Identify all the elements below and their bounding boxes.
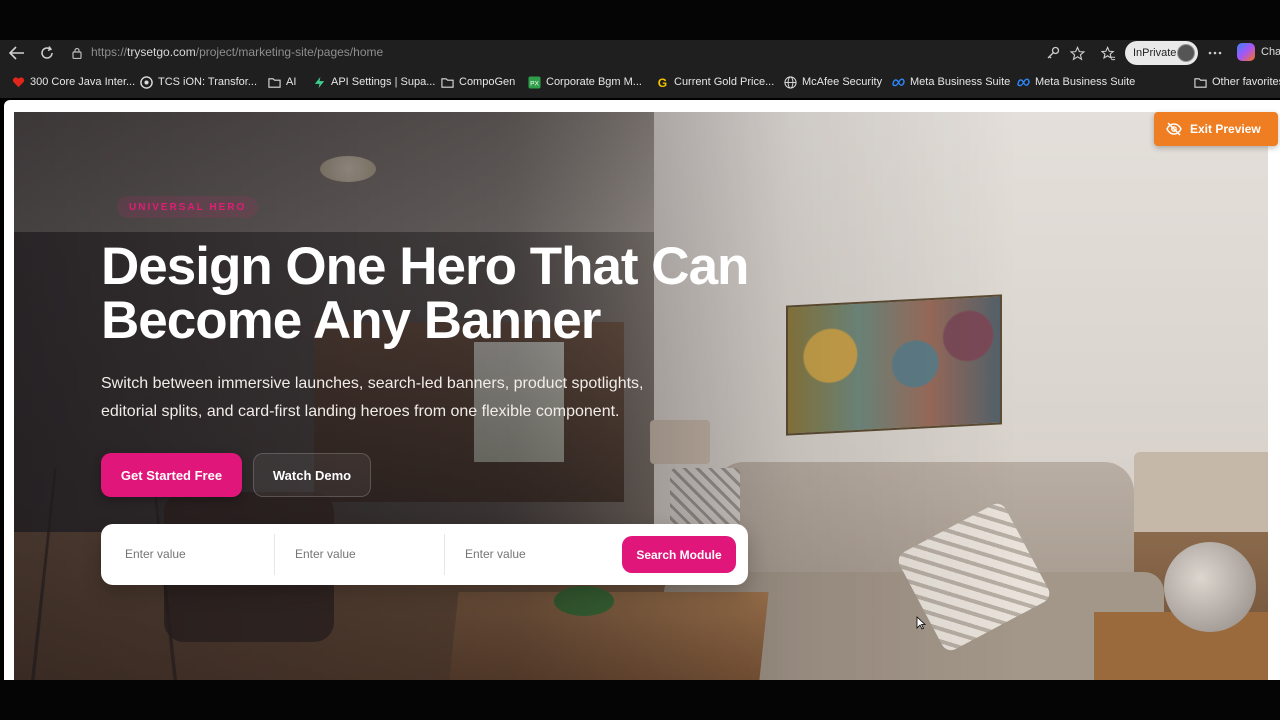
copilot-icon[interactable] [1237, 43, 1255, 61]
bookmark-item[interactable]: TCS iON: Transfor... [140, 71, 257, 93]
bookmark-item[interactable]: Other favorites [1194, 71, 1280, 93]
bookmark-label: API Settings | Supa... [331, 76, 436, 88]
bookmark-item[interactable]: G Current Gold Price... [656, 71, 774, 93]
search-divider [274, 534, 275, 575]
screen-bottom-border [0, 680, 1280, 720]
bookmark-label: Meta Business Suite [1035, 76, 1136, 88]
url-path: /project/marketing-site/pages/home [195, 45, 384, 59]
bookmark-item[interactable]: Meta Business Suite [892, 71, 1010, 93]
address-row: https://trysetgo.com/project/marketing-s… [0, 40, 1280, 66]
key-icon[interactable] [1044, 44, 1062, 62]
bookmark-item[interactable]: API Settings | Supa... [313, 71, 435, 93]
mouse-cursor-icon [916, 616, 926, 630]
supabase-icon [314, 76, 325, 88]
chat-label[interactable]: Cha [1261, 46, 1280, 58]
exit-preview-label: Exit Preview [1190, 122, 1261, 136]
folder-icon [268, 77, 281, 88]
svg-text:PX: PX [530, 80, 539, 87]
star-icon[interactable] [1068, 44, 1086, 62]
bookmark-item[interactable]: Meta Business Suite [1017, 71, 1135, 93]
back-icon[interactable] [7, 44, 27, 62]
refresh-icon[interactable] [37, 44, 57, 62]
url-host: trysetgo.com [127, 45, 196, 59]
exit-preview-button[interactable]: Exit Preview [1154, 112, 1278, 146]
watch-demo-button[interactable]: Watch Demo [253, 453, 371, 497]
url-prefix: https:// [91, 45, 128, 59]
bookmark-label: CompoGen [459, 76, 516, 88]
hero-section: UNIVERSAL HERO Design One Hero That Can … [14, 112, 1268, 680]
bookmark-item[interactable]: PX Corporate Bgm M... [528, 71, 642, 93]
bookmark-label: TCS iON: Transfor... [158, 76, 258, 88]
address-bar[interactable]: https://trysetgo.com/project/marketing-s… [64, 41, 1120, 65]
meta-icon [1017, 78, 1030, 86]
favorites-icon[interactable] [1099, 44, 1117, 62]
hero-content: UNIVERSAL HERO Design One Hero That Can … [101, 112, 801, 680]
bookmark-label: Current Gold Price... [674, 76, 775, 88]
svg-text:G: G [658, 76, 667, 89]
eye-off-icon [1166, 122, 1182, 136]
tcs-icon [140, 75, 153, 89]
browser-chrome: https://trysetgo.com/project/marketing-s… [0, 40, 1280, 98]
hero-eyebrow: UNIVERSAL HERO [117, 196, 259, 218]
search-module-button[interactable]: Search Module [622, 536, 736, 573]
hero-title-line: Design One Hero That Can [101, 237, 749, 296]
bookmark-label: Meta Business Suite [910, 76, 1011, 88]
globe-icon [784, 75, 797, 89]
screen-top-border [0, 0, 1280, 40]
bookmark-item[interactable]: 300 Core Java Inter... [12, 71, 135, 93]
px-icon: PX [528, 75, 541, 89]
bookmark-label: McAfee Security [802, 76, 883, 88]
get-started-button[interactable]: Get Started Free [101, 453, 242, 497]
hero-subtitle-line: editorial splits, and card-first landing… [101, 403, 620, 420]
bookmark-label: Corporate Bgm M... [546, 76, 642, 88]
folder-icon [1194, 77, 1207, 88]
bookmark-label: AI [286, 76, 297, 88]
hero-subtitle: Switch between immersive launches, searc… [101, 370, 721, 426]
meta-icon [892, 78, 905, 86]
inprivate-badge[interactable]: InPrivate [1125, 41, 1198, 65]
hero-title: Design One Hero That Can Become Any Bann… [101, 240, 781, 348]
heart-icon [12, 76, 25, 87]
profile-avatar [1177, 44, 1195, 62]
lock-icon [72, 47, 82, 59]
bookmarks-bar: 300 Core Java Inter... TCS iON: Transfor… [0, 71, 1280, 93]
bookmark-item[interactable]: AI [268, 71, 296, 93]
search-divider [444, 534, 445, 575]
search-module: Search Module [101, 524, 748, 585]
g-icon: G [658, 76, 667, 89]
more-options-icon[interactable] [1206, 44, 1224, 62]
url-text: https://trysetgo.com/project/marketing-s… [91, 45, 383, 59]
page-viewport: UNIVERSAL HERO Design One Hero That Can … [4, 100, 1280, 680]
search-field-3[interactable] [465, 534, 605, 574]
bookmark-item[interactable]: McAfee Security [784, 71, 882, 93]
bookmark-label: Other favorites [1212, 76, 1280, 88]
bookmark-item[interactable]: CompoGen [441, 71, 515, 93]
inprivate-label: InPrivate [1133, 47, 1177, 59]
hero-subtitle-line: Switch between immersive launches, searc… [101, 375, 644, 392]
bookmark-label: 300 Core Java Inter... [30, 76, 136, 88]
folder-icon [441, 77, 454, 88]
hero-title-line: Become Any Banner [101, 291, 601, 350]
search-field-2[interactable] [295, 534, 435, 574]
search-field-1[interactable] [125, 534, 265, 574]
